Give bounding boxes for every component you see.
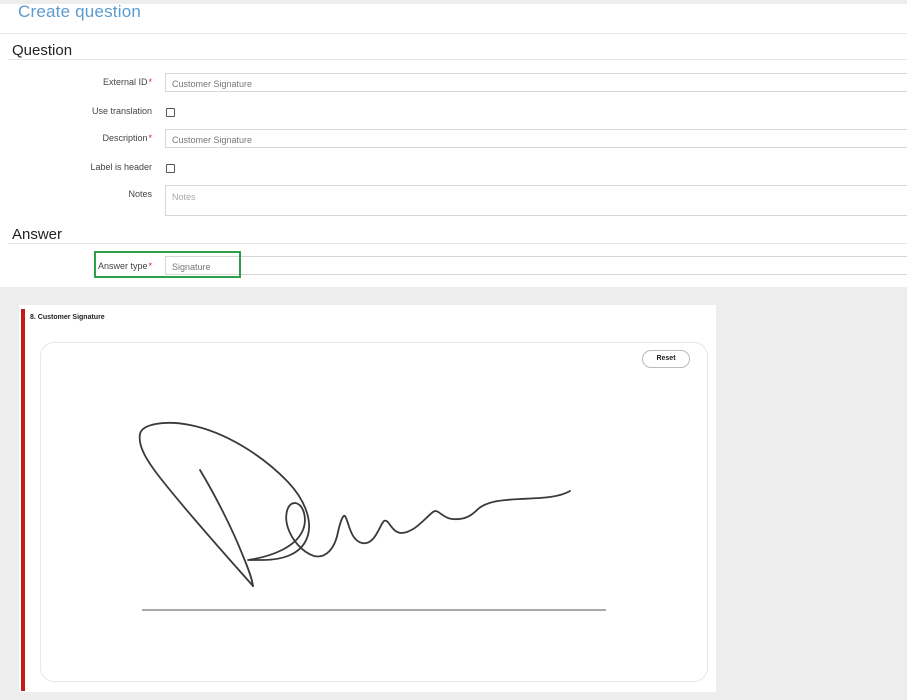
signature-stroke <box>138 421 571 587</box>
signature-stroke <box>199 469 254 587</box>
signature-drawing <box>138 421 606 611</box>
